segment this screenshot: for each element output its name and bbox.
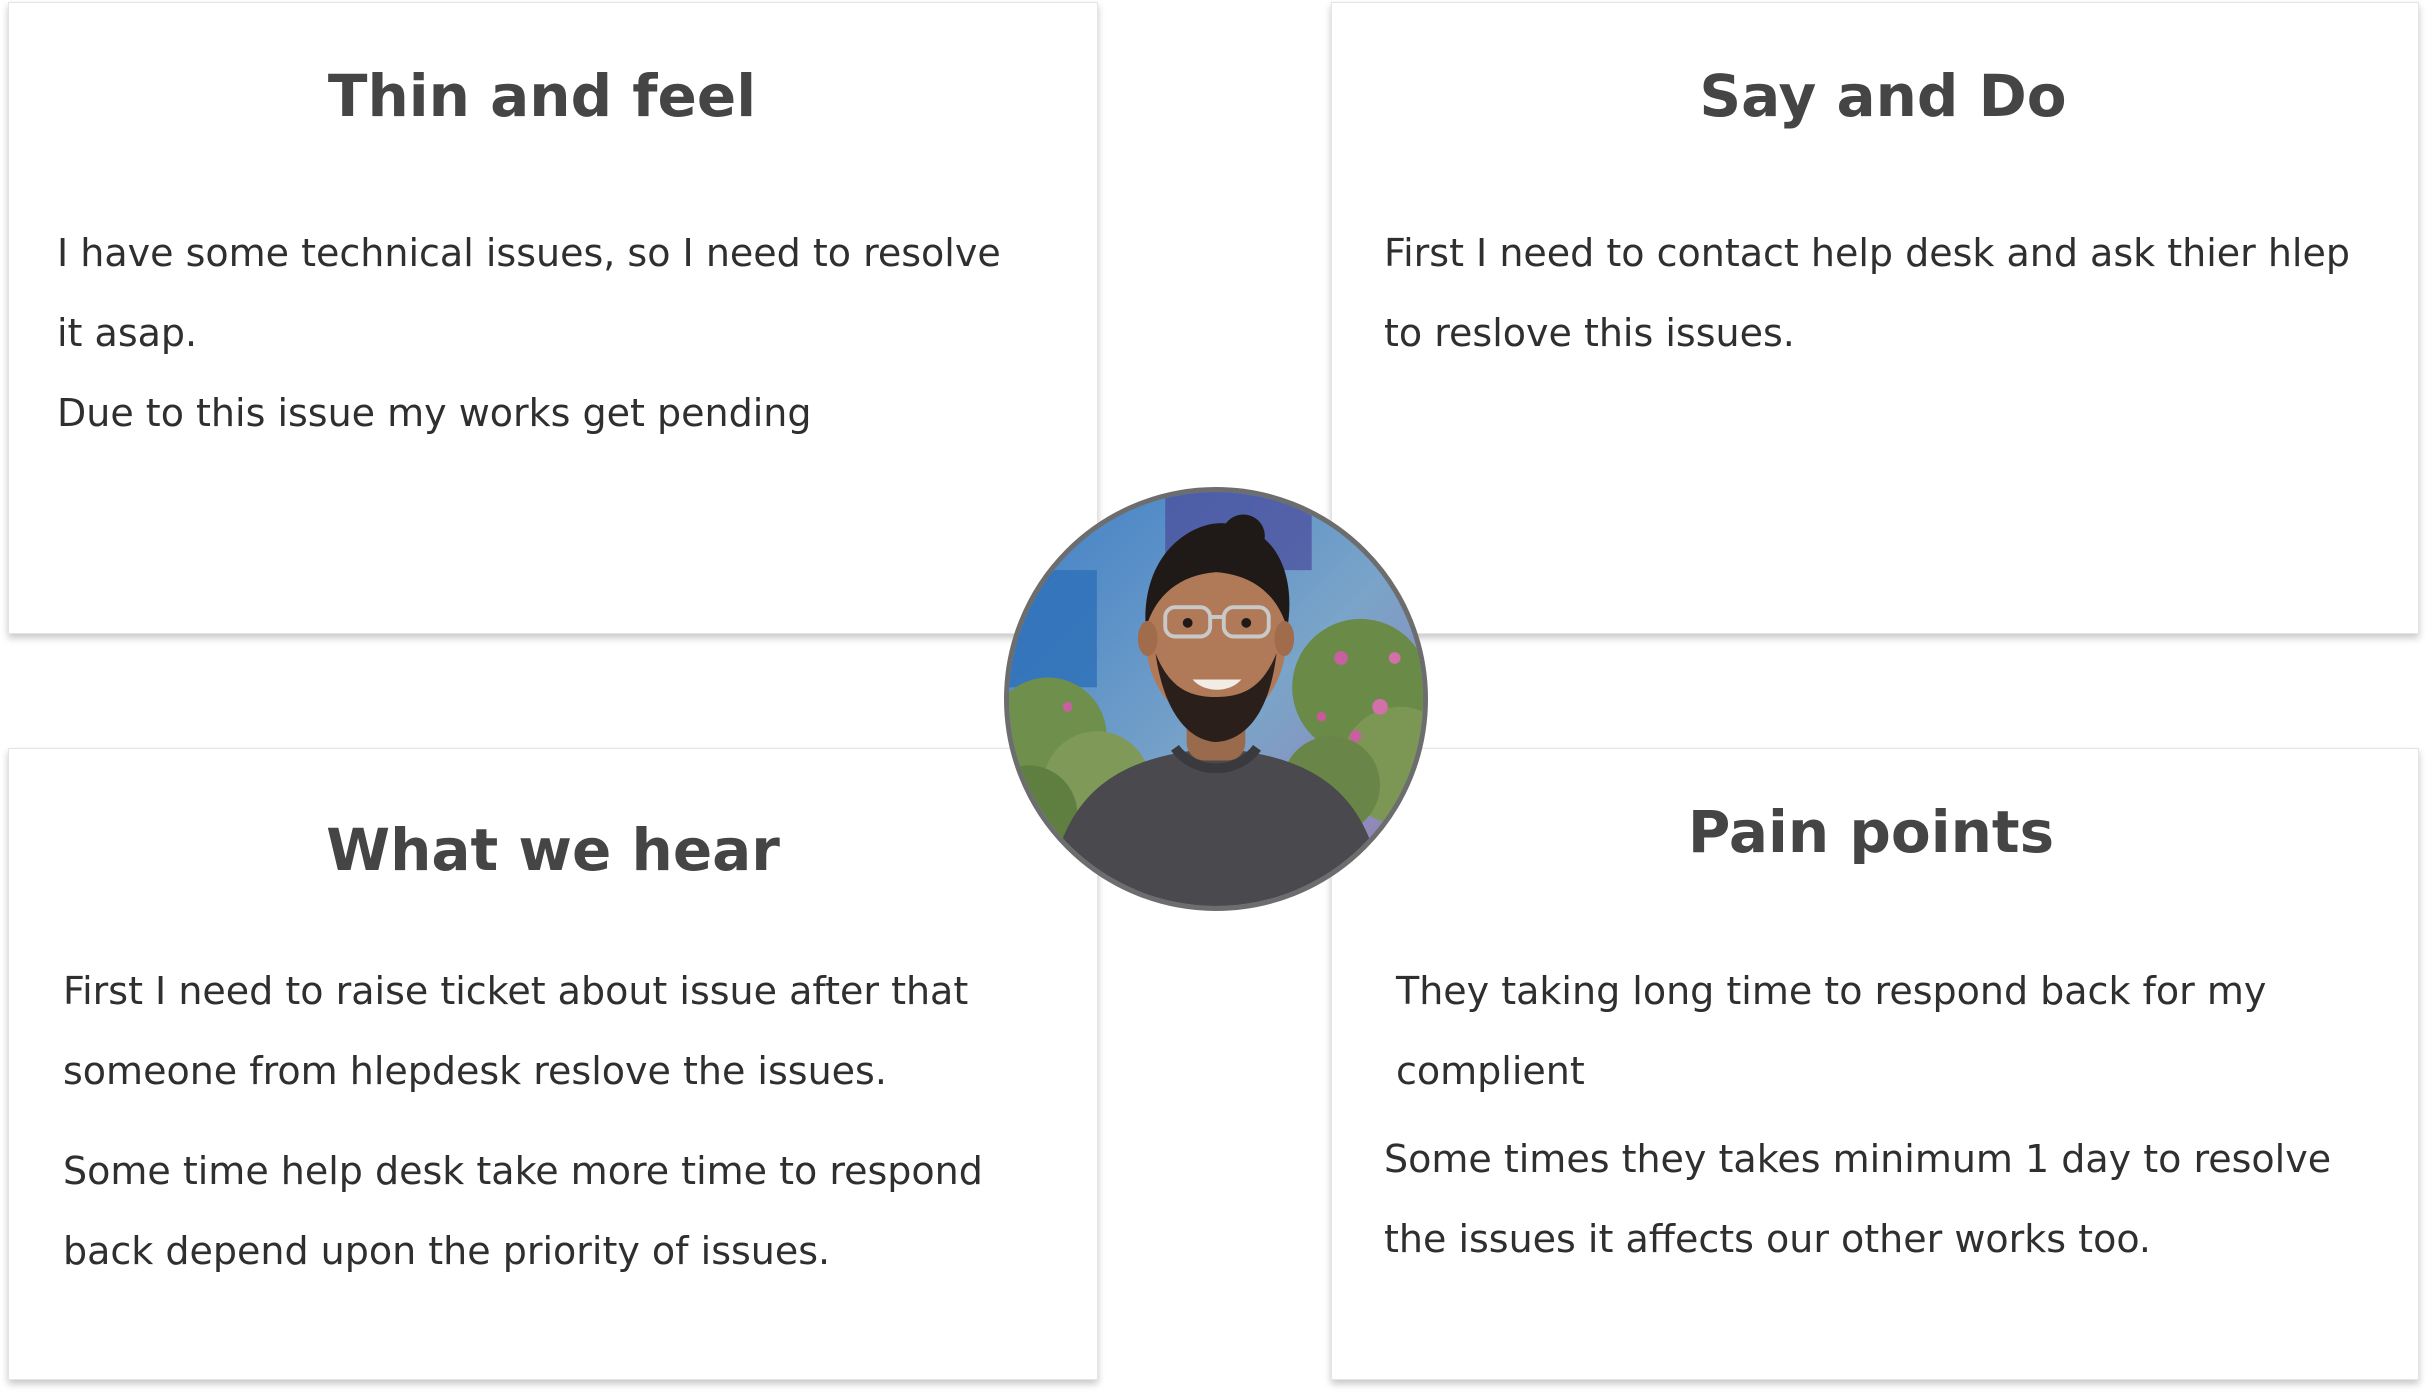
think-and-feel-line-3: Due to this issue my works get pending	[57, 391, 812, 435]
say-and-do-line-1: First I need to contact help desk and as…	[1384, 231, 2350, 275]
say-and-do-line-2: to reslove this issues.	[1384, 311, 1795, 355]
what-we-hear-line-4: back depend upon the priority of issues.	[63, 1229, 831, 1273]
person-photo-icon	[1009, 492, 1423, 906]
think-and-feel-card: Thin and feel I have some technical issu…	[8, 2, 1098, 634]
what-we-hear-line-3: Some time help desk take more time to re…	[63, 1149, 983, 1193]
pain-points-line-4: the issues it affects our other works to…	[1384, 1217, 2151, 1261]
pain-points-card: Pain points They taking long time to res…	[1331, 748, 2419, 1380]
what-we-hear-line-2: someone from hlepdesk reslove the issues…	[63, 1049, 887, 1093]
pain-points-line-2: complient	[1396, 1049, 1585, 1093]
what-we-hear-card: What we hear First I need to raise ticke…	[8, 748, 1098, 1380]
think-and-feel-line-2: it asap.	[57, 311, 198, 355]
what-we-hear-line-1: First I need to raise ticket about issue…	[63, 969, 969, 1013]
pain-points-line-1: They taking long time to respond back fo…	[1396, 969, 2267, 1013]
say-and-do-title: Say and Do	[1699, 62, 2067, 130]
pain-points-title: Pain points	[1687, 798, 2055, 866]
pain-points-line-3: Some times they takes minimum 1 day to r…	[1384, 1137, 2332, 1181]
think-and-feel-title: Thin and feel	[327, 62, 757, 130]
persona-avatar	[1004, 487, 1428, 911]
say-and-do-card: Say and Do First I need to contact help …	[1331, 2, 2419, 634]
think-and-feel-line-1: I have some technical issues, so I need …	[57, 231, 1001, 275]
what-we-hear-title: What we hear	[326, 816, 780, 884]
